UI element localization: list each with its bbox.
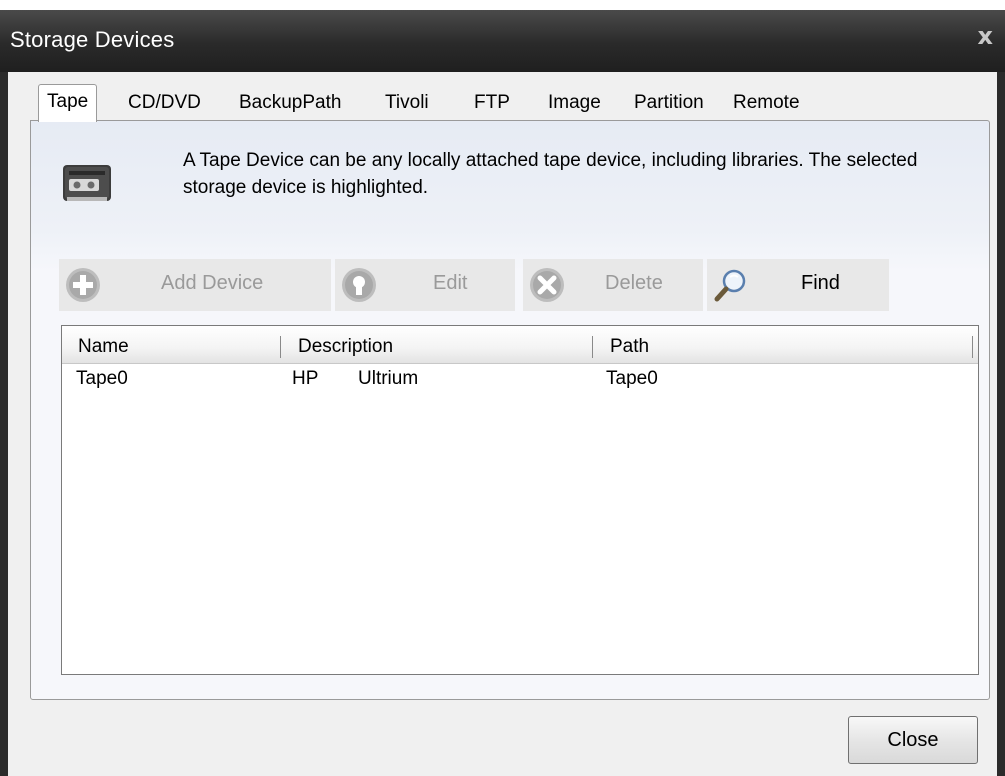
device-list[interactable]: Name Description Path Tape0 HP Ultrium T… — [61, 325, 979, 675]
column-header-path[interactable]: Path — [610, 336, 649, 358]
edit-circle-icon — [342, 268, 376, 302]
column-header-description[interactable]: Description — [298, 336, 393, 358]
add-device-button[interactable]: Add Device — [59, 259, 331, 311]
tab-tape[interactable]: Tape — [38, 84, 98, 122]
tape-cassette-icon — [63, 165, 111, 201]
cell-description-vendor: HP — [292, 368, 319, 389]
table-row[interactable]: Tape0 HP Ultrium Tape0 — [62, 366, 978, 394]
tape-panel: A Tape Device can be any locally attache… — [30, 120, 990, 700]
column-header-name[interactable]: Name — [78, 336, 129, 358]
close-button[interactable]: Close — [848, 716, 978, 764]
close-window-icon[interactable]: x — [978, 22, 993, 50]
list-header: Name Description Path — [62, 326, 978, 364]
add-device-label: Add Device — [161, 272, 264, 294]
magnifier-icon — [714, 269, 746, 302]
column-separator[interactable] — [280, 336, 281, 358]
edit-button[interactable]: Edit — [335, 259, 515, 311]
tab-remote[interactable]: Remote — [733, 88, 800, 120]
tape-description: A Tape Device can be any locally attache… — [183, 150, 918, 198]
tab-tivoli[interactable]: Tivoli — [385, 88, 429, 120]
plus-circle-icon — [66, 268, 100, 302]
tab-backuppath[interactable]: BackupPath — [239, 88, 341, 120]
edit-label: Edit — [433, 272, 468, 294]
find-button[interactable]: Find — [707, 259, 889, 311]
cell-path: Tape0 — [606, 368, 658, 389]
find-label: Find — [801, 272, 840, 294]
tab-partition[interactable]: Partition — [634, 88, 704, 120]
tab-cd-dvd[interactable]: CD/DVD — [128, 88, 201, 120]
delete-button[interactable]: Delete — [523, 259, 703, 311]
tab-strip: Tape CD/DVD BackupPath Tivoli FTP Image … — [30, 84, 990, 122]
tab-ftp[interactable]: FTP — [474, 88, 510, 120]
delete-label: Delete — [605, 272, 663, 294]
x-circle-icon — [530, 268, 564, 302]
column-separator[interactable] — [592, 336, 593, 358]
window-title: Storage Devices — [10, 27, 175, 52]
cell-description-model: Ultrium — [358, 368, 419, 389]
title-bar[interactable]: Storage Devices x — [0, 0, 1005, 72]
tab-image[interactable]: Image — [548, 88, 601, 120]
cell-name: Tape0 — [76, 368, 128, 389]
column-separator[interactable] — [972, 336, 973, 358]
storage-devices-window: Storage Devices x Tape CD/DVD BackupPath… — [0, 0, 1005, 776]
